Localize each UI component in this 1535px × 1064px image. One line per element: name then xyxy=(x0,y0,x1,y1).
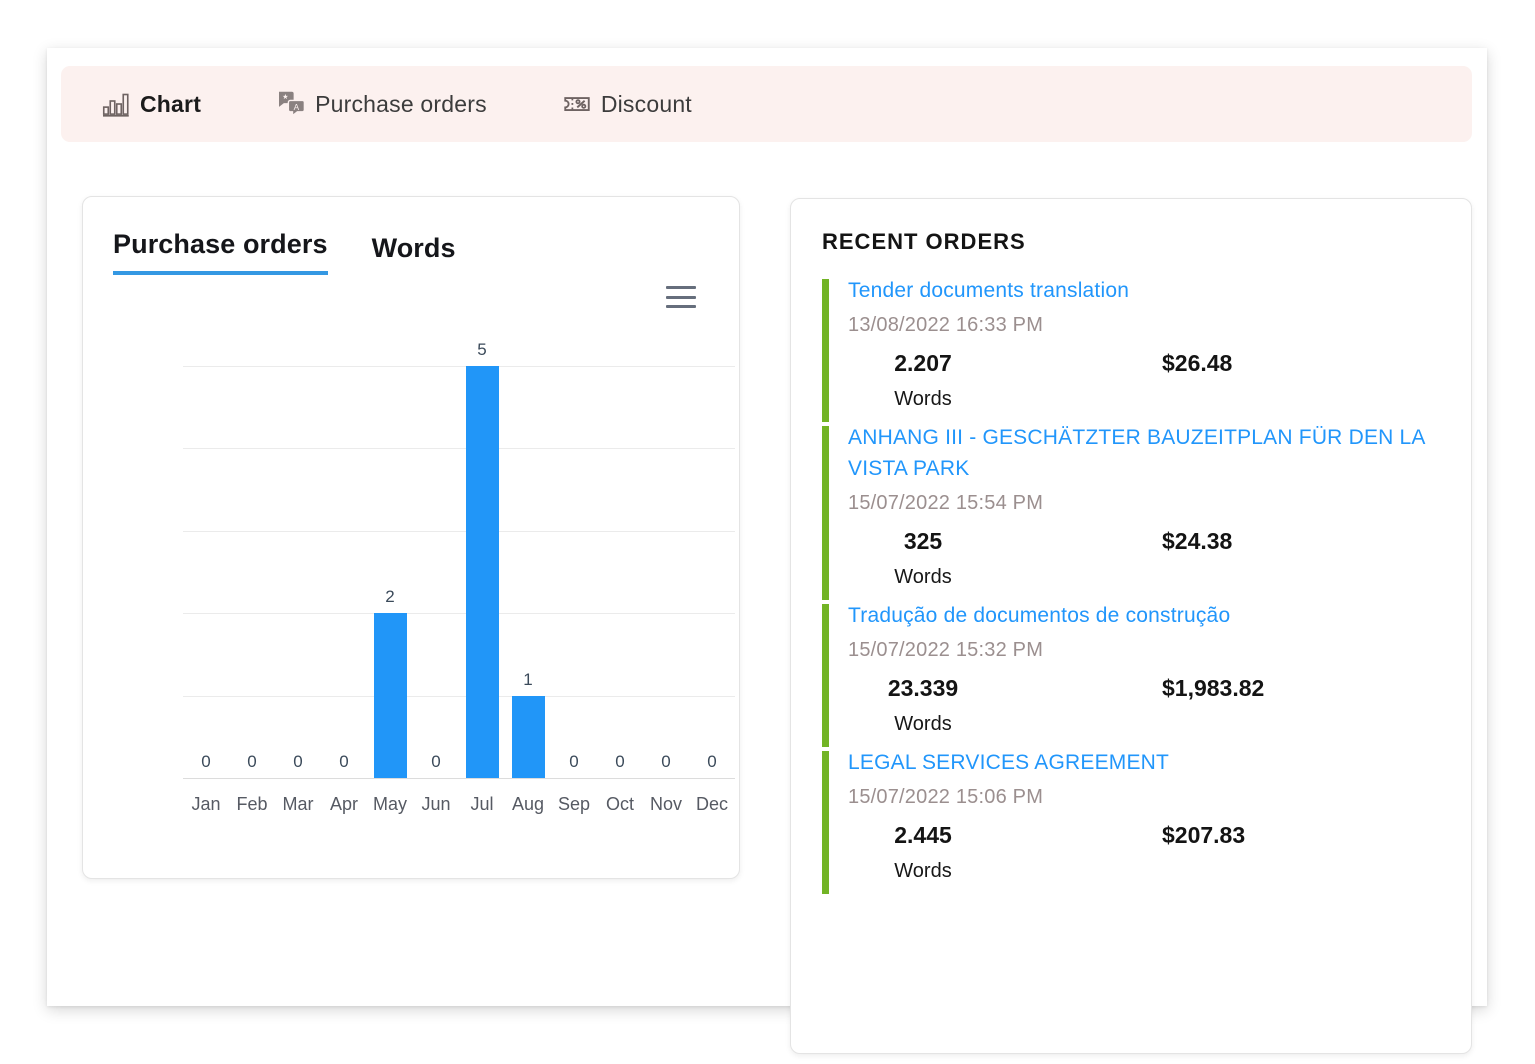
toolbar-item-purchase-orders-label: Purchase orders xyxy=(315,90,487,117)
order-word-count-label: Words xyxy=(894,860,952,882)
tab-words[interactable]: Words xyxy=(372,233,456,275)
chart-card: Purchase orders Words 000020510000 Jan Fe… xyxy=(82,196,740,879)
order-amount: $1,983.82 xyxy=(1162,675,1265,701)
order-status-accent-bar xyxy=(822,604,829,747)
hamburger-line xyxy=(666,295,696,299)
bar-value-label: 0 xyxy=(707,752,717,771)
bar-slot: 0 xyxy=(229,366,275,778)
chart-x-axis-labels: Jan Feb Mar Apr May Jun Jul Aug Sep Oct Nov Dec xyxy=(183,794,735,815)
purchase-orders-bar-chart: 000020510000 Jan Feb Mar Apr May Jun Jul Aug Sep… xyxy=(183,340,735,851)
x-axis-tick-label: Dec xyxy=(695,794,728,814)
bar-value-label: 0 xyxy=(201,752,211,771)
chart-bars: 000020510000 xyxy=(183,340,735,778)
x-axis-tick-label: Jan xyxy=(191,794,221,814)
order-amount: $207.83 xyxy=(1162,822,1246,848)
coupon-percent-icon xyxy=(564,97,590,111)
bar-slot: 5 xyxy=(459,340,505,778)
x-axis-tick-label: Jun xyxy=(421,794,451,814)
bar[interactable] xyxy=(511,695,545,778)
bar-value-label: 0 xyxy=(431,752,441,771)
x-axis-tick-label: Jul xyxy=(470,794,494,814)
bar-slot: 0 xyxy=(551,366,597,778)
x-axis-tick-label: Apr xyxy=(329,794,358,814)
toolbar-item-discount-label: Discount xyxy=(600,90,692,117)
bar[interactable] xyxy=(373,613,407,778)
bar-slot: 0 xyxy=(597,366,643,778)
bar[interactable] xyxy=(465,366,499,778)
hamburger-menu-icon[interactable] xyxy=(666,286,696,308)
page-card: Chart A Purchase orders Discount Purchas… xyxy=(47,48,1487,1054)
order-word-count-label: Words xyxy=(894,388,952,410)
recent-orders-card: RECENT ORDERS Tender documents translati… xyxy=(790,198,1472,1054)
order-amount: $26.48 xyxy=(1162,350,1233,376)
bar-slot: 0 xyxy=(275,366,321,778)
order-word-count: 325 xyxy=(903,528,943,554)
bar-slot: 0 xyxy=(183,366,229,778)
order-timestamp: 15/07/2022 15:32 PM xyxy=(848,639,1044,661)
x-axis-tick-label: Feb xyxy=(236,794,268,814)
bar-value-label: 0 xyxy=(615,752,625,771)
order-figures: 23.339 Words $1,983.82 xyxy=(880,669,1444,747)
x-axis-tick-label: Aug xyxy=(511,794,545,814)
order-figures: 325 Words $24.38 xyxy=(880,522,1444,600)
order-list-item: Tender documents translation 13/08/2022 1… xyxy=(822,275,1444,422)
x-axis-tick-label: Oct xyxy=(605,794,634,814)
order-word-count-label: Words xyxy=(894,566,952,588)
toolbar-item-chart-label: Chart xyxy=(140,90,202,117)
x-axis-tick-label: Sep xyxy=(557,794,591,814)
bar-slot: 0 xyxy=(321,366,367,778)
hamburger-line xyxy=(666,286,696,289)
bar-value-label: 0 xyxy=(339,752,349,771)
order-word-count: 2.445 xyxy=(894,822,952,848)
translate-icon: A xyxy=(279,91,306,117)
bar-value-label: 0 xyxy=(247,752,257,771)
bar-slot: 0 xyxy=(643,366,689,778)
bar-chart-icon xyxy=(102,93,129,117)
x-axis-tick-label: May xyxy=(372,794,407,814)
order-list-item: ANHANG III - GESCHÄTZTER BAUZEITPLAN FÜR… xyxy=(822,422,1444,600)
bar-slot: 2 xyxy=(367,366,413,778)
toolbar-item-purchase-orders[interactable]: A Purchase orders xyxy=(276,89,487,119)
x-axis-tick-label: Nov xyxy=(649,794,682,814)
toolbar-item-chart[interactable]: Chart xyxy=(101,89,201,119)
order-word-count: 2.207 xyxy=(894,350,952,376)
bar-slot: 0 xyxy=(413,366,459,778)
order-status-accent-bar xyxy=(822,279,829,422)
order-title-link[interactable]: Tradução de documentos de construção xyxy=(848,600,1444,631)
bar-slot: 0 xyxy=(689,366,735,778)
order-title-link[interactable]: Tender documents translation xyxy=(848,275,1444,306)
order-title-link[interactable]: LEGAL SERVICES AGREEMENT xyxy=(848,747,1444,778)
order-figures: 2.207 Words $26.48 xyxy=(880,344,1444,422)
bar-value-label: 2 xyxy=(385,587,395,607)
order-list-item: LEGAL SERVICES AGREEMENT 15/07/2022 15:06… xyxy=(822,747,1444,894)
order-status-accent-bar xyxy=(822,751,829,894)
order-amount: $24.38 xyxy=(1162,528,1233,554)
gridline xyxy=(183,778,735,779)
bar-value-label: 0 xyxy=(661,752,671,771)
order-title-link[interactable]: ANHANG III - GESCHÄTZTER BAUZEITPLAN FÜR… xyxy=(848,422,1444,484)
svg-text:A: A xyxy=(294,103,300,112)
bar-value-label: 5 xyxy=(477,340,487,359)
tab-purchase-orders[interactable]: Purchase orders xyxy=(113,229,328,275)
hamburger-line xyxy=(666,305,696,308)
recent-orders-list: Tender documents translation 13/08/2022 1… xyxy=(822,275,1444,894)
top-toolbar: Chart A Purchase orders Discount xyxy=(61,66,1472,142)
order-word-count-label: Words xyxy=(894,713,952,735)
order-timestamp: 15/07/2022 15:06 PM xyxy=(848,786,1044,808)
chart-tab-bar: Purchase orders Words xyxy=(113,229,456,275)
bar-value-label: 0 xyxy=(293,752,303,771)
order-status-accent-bar xyxy=(822,426,829,600)
bar-slot: 1 xyxy=(505,366,551,778)
order-timestamp: 13/08/2022 16:33 PM xyxy=(848,314,1044,336)
bar-value-label: 1 xyxy=(523,669,533,689)
toolbar-item-discount[interactable]: Discount xyxy=(562,89,692,119)
recent-orders-title: RECENT ORDERS xyxy=(822,229,1026,254)
x-axis-tick-label: Mar xyxy=(282,794,314,814)
bar-value-label: 0 xyxy=(569,752,579,771)
order-list-item: Tradução de documentos de construção 15/0… xyxy=(822,600,1444,747)
order-word-count: 23.339 xyxy=(887,675,959,701)
order-figures: 2.445 Words $207.83 xyxy=(880,816,1444,894)
order-timestamp: 15/07/2022 15:54 PM xyxy=(848,492,1044,514)
